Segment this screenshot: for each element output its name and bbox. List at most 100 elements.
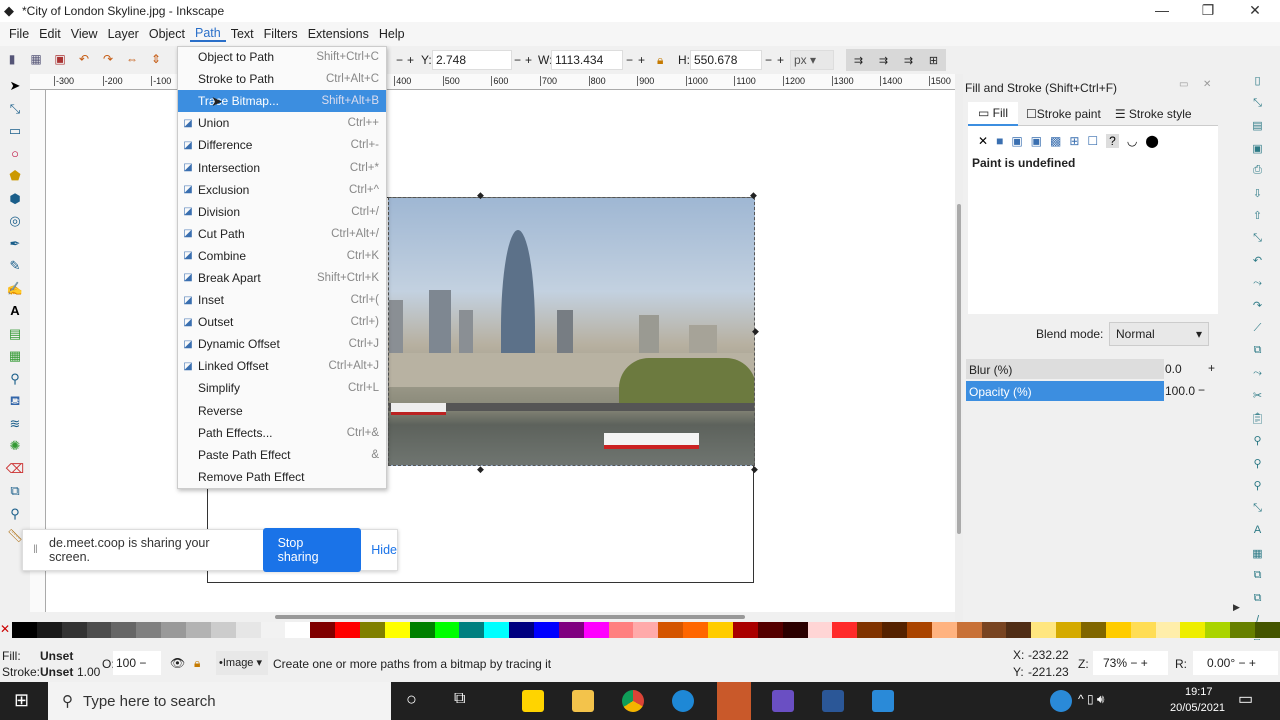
zoom-page-icon[interactable]: ⚲ xyxy=(1225,479,1280,502)
color-swatch[interactable] xyxy=(832,622,858,638)
menu-item-stroke-to-path[interactable]: Stroke to Path Ctrl+Alt+C xyxy=(178,68,386,90)
menu-view[interactable]: View xyxy=(66,27,103,41)
scale-handle-right[interactable]: ◆ xyxy=(752,326,759,337)
tab-fill[interactable]: ▭ Fill xyxy=(968,101,1018,126)
color-swatch[interactable] xyxy=(1254,622,1280,638)
color-swatch[interactable] xyxy=(583,622,609,638)
stroke-indicator[interactable]: Unset xyxy=(40,665,73,679)
file-explorer-app-icon[interactable] xyxy=(572,690,594,712)
color-swatch[interactable] xyxy=(658,622,684,638)
color-swatch[interactable] xyxy=(260,622,286,638)
opacity-decrement[interactable]: − xyxy=(1198,383,1205,397)
color-swatch[interactable] xyxy=(235,622,261,638)
mesh-gradient-icon[interactable]: ▩ xyxy=(1050,134,1061,148)
color-swatch[interactable] xyxy=(335,622,361,638)
color-swatch[interactable] xyxy=(807,622,833,638)
menu-item-paste-path-effect[interactable]: Paste Path Effect & xyxy=(178,444,386,466)
color-swatch[interactable] xyxy=(12,622,37,638)
undo-icon[interactable]: ↶ xyxy=(1225,254,1280,277)
text-tool-icon[interactable]: A xyxy=(0,303,30,326)
cut-icon[interactable]: ✂ xyxy=(1225,389,1280,412)
menu-item-trace-bitmap[interactable]: Trace Bitmap... Shift+Alt+B xyxy=(178,90,386,113)
color-swatch[interactable] xyxy=(509,622,535,638)
pattern-icon[interactable]: ⊞ xyxy=(1069,134,1079,148)
snap-grid-icon[interactable]: ▦ xyxy=(1225,547,1280,570)
menu-layer[interactable]: Layer xyxy=(103,27,144,41)
color-swatch[interactable] xyxy=(1006,622,1032,638)
save-icon[interactable]: ▣ xyxy=(1225,142,1280,165)
color-swatch[interactable] xyxy=(409,622,435,638)
menu-path[interactable]: Path xyxy=(190,26,226,42)
w-decrement[interactable]: − xyxy=(514,53,521,67)
menu-item-object-to-path[interactable]: Object to Path Shift+Ctrl+C xyxy=(178,46,386,68)
rotation-field[interactable]: 0.00° − + xyxy=(1193,651,1278,675)
blend-mode-select[interactable]: Normal ▾ xyxy=(1109,322,1209,346)
menu-item-cut-path[interactable]: ◪ Cut Path Ctrl+Alt+/ xyxy=(178,223,386,245)
color-swatch[interactable] xyxy=(558,622,584,638)
color-swatch[interactable] xyxy=(459,622,485,638)
node-tool-icon[interactable]: ⤡ xyxy=(0,101,30,124)
new-document-icon[interactable]: ▯ xyxy=(1225,74,1280,97)
h-decrement[interactable]: − xyxy=(765,53,772,67)
horizontal-scrollbar[interactable] xyxy=(30,612,955,622)
menu-item-path-effects[interactable]: Path Effects... Ctrl+& xyxy=(178,422,386,444)
blur-slider[interactable]: Blur (%) xyxy=(966,359,1164,379)
unset-paint-icon[interactable]: ? xyxy=(1106,134,1119,148)
fill-nonzero-icon[interactable]: ⬤ xyxy=(1145,134,1158,148)
color-swatch[interactable] xyxy=(956,622,982,638)
vertical-scrollbar[interactable] xyxy=(955,74,963,622)
opacity-slider[interactable]: Opacity (%) xyxy=(966,381,1164,401)
redo-icon[interactable]: ↷ xyxy=(1225,299,1280,322)
deselect-icon[interactable]: ▣ xyxy=(51,52,69,68)
scale-handle-bottom-right[interactable]: ◆ xyxy=(751,464,758,475)
paint-bucket-tool-icon[interactable]: ⛾ xyxy=(0,393,30,416)
menu-file[interactable]: File xyxy=(4,27,34,41)
color-swatch[interactable] xyxy=(484,622,510,638)
no-color-swatch[interactable]: ✕ xyxy=(0,622,12,638)
move-patterns-icon[interactable]: ⊞ xyxy=(929,54,938,67)
menu-item-inset[interactable]: ◪ Inset Ctrl+( xyxy=(178,289,386,311)
color-swatch[interactable] xyxy=(434,622,460,638)
scroll-right-icon[interactable]: ▶ xyxy=(1233,602,1240,613)
h-field[interactable]: 550.678 xyxy=(690,50,762,70)
color-swatch[interactable] xyxy=(534,622,559,638)
gradient-tool-icon[interactable]: ▤ xyxy=(0,326,30,349)
snap-path-icon[interactable]: ⤳ xyxy=(1225,277,1280,300)
color-swatch[interactable] xyxy=(285,622,311,638)
menu-edit[interactable]: Edit xyxy=(34,27,66,41)
menu-item-intersection[interactable]: ◪ Intersection Ctrl+* xyxy=(178,156,386,178)
scale-corners-icon[interactable]: ⇉ xyxy=(879,54,888,67)
snap-guide-icon[interactable]: ⤡ xyxy=(1225,502,1280,525)
open-icon[interactable]: ▤ xyxy=(1225,119,1280,142)
color-swatch[interactable] xyxy=(931,622,957,638)
stroke-width[interactable]: 1.00 xyxy=(77,665,100,679)
panel-close-button[interactable]: ✕ xyxy=(1203,79,1211,90)
drag-handle-icon[interactable]: ‖ xyxy=(33,542,38,556)
word-app-icon[interactable] xyxy=(822,690,844,712)
menu-item-linked-offset[interactable]: ◪ Linked Offset Ctrl+Alt+J xyxy=(178,355,386,377)
menu-item-dynamic-offset[interactable]: ◪ Dynamic Offset Ctrl+J xyxy=(178,333,386,355)
no-paint-icon[interactable]: ✕ xyxy=(978,134,988,148)
color-swatch[interactable] xyxy=(906,622,932,638)
layer-select[interactable]: •Image ▾ xyxy=(216,651,268,675)
menu-item-division[interactable]: ◪ Division Ctrl+/ xyxy=(178,201,386,223)
select-all-layers-icon[interactable]: ▦ xyxy=(27,52,45,68)
color-swatch[interactable] xyxy=(210,622,236,638)
menu-item-union[interactable]: ◪ Union Ctrl++ xyxy=(178,112,386,134)
color-swatch[interactable] xyxy=(136,622,162,638)
inkscape-app-icon[interactable] xyxy=(717,682,751,720)
star-tool-icon[interactable]: ⬟ xyxy=(0,168,30,191)
snap-center-icon[interactable]: ⤳ xyxy=(1225,367,1280,390)
opacity-value[interactable]: 100.0 xyxy=(1165,384,1195,398)
color-swatch[interactable] xyxy=(981,622,1007,638)
text-font-icon[interactable]: A xyxy=(1225,524,1280,547)
color-swatch[interactable] xyxy=(360,622,385,638)
panel-iconify-button[interactable]: ▭ xyxy=(1179,79,1188,90)
color-swatch[interactable] xyxy=(1031,622,1057,638)
rotate-cw-icon[interactable]: ↷ xyxy=(99,52,117,68)
menu-object[interactable]: Object xyxy=(144,27,190,41)
radial-gradient-icon[interactable]: ▣ xyxy=(1031,134,1042,148)
color-swatch[interactable] xyxy=(708,622,733,638)
color-swatch[interactable] xyxy=(1155,622,1181,638)
clock-date[interactable]: 20/05/2021 xyxy=(1170,702,1225,714)
